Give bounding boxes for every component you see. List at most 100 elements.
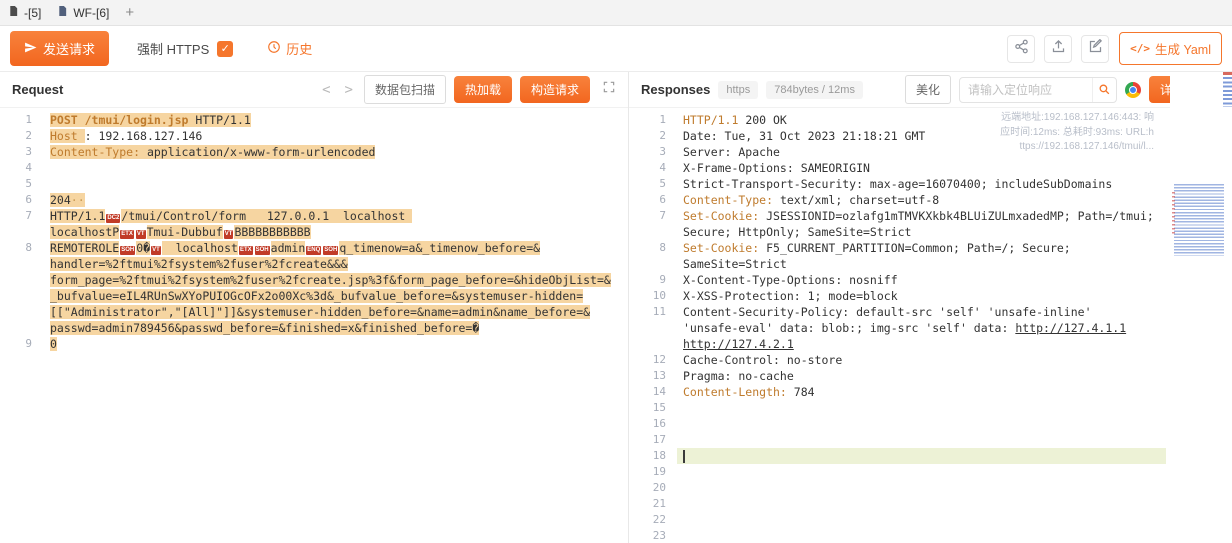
code-line: 21 <box>629 496 1166 512</box>
code-line-content[interactable]: _bufvalue=eIL4RUnSwXYoPUIOGcOFx2o00Xc%3d… <box>44 288 628 304</box>
force-https-checkbox[interactable]: ✓ <box>217 41 233 57</box>
code-line-content[interactable]: Content-Type: text/xml; charset=utf-8 <box>677 192 1166 208</box>
code-line-content[interactable]: localhostPETXVTTmui-DubbufVTBBBBBBBBBBB <box>44 224 628 240</box>
code-line-content[interactable]: Host : 192.168.127.146 <box>44 128 628 144</box>
code-line-content[interactable]: REMOTEROLESOH0�VT localhostETXSOHadminEN… <box>44 240 628 256</box>
code-line-content[interactable] <box>677 480 1166 496</box>
code-line: [["Administrator","[All]"]]&systemuser-h… <box>0 304 628 320</box>
expand-icon[interactable] <box>602 80 616 99</box>
code-token: Set-Cookie: <box>683 209 759 223</box>
code-line-content[interactable]: Content-Length: 784 <box>677 384 1166 400</box>
code-token: http://127.4.2.1 <box>683 337 794 351</box>
minimap[interactable] <box>1170 72 1232 543</box>
code-line-content[interactable] <box>677 496 1166 512</box>
line-number: 8 <box>0 240 44 256</box>
line-number <box>0 288 44 304</box>
search-icon[interactable] <box>1092 78 1116 102</box>
code-line: 8REMOTEROLESOH0�VT localhostETXSOHadminE… <box>0 240 628 256</box>
export-button[interactable] <box>1044 35 1072 63</box>
code-token: Pragma: no-cache <box>683 369 794 383</box>
overview-ruler-mark <box>1223 72 1232 75</box>
code-line: 22 <box>629 512 1166 528</box>
code-token: HTTP/1.1 <box>195 113 250 127</box>
code-line-content[interactable]: http://127.4.2.1 <box>677 336 1166 352</box>
line-number <box>0 272 44 288</box>
code-line-content[interactable]: 'unsafe-eval' data: blob:; img-src 'self… <box>677 320 1166 336</box>
code-line-content[interactable] <box>677 512 1166 528</box>
code-token: Host <box>50 129 78 143</box>
line-number: 16 <box>629 416 677 432</box>
code-line-content[interactable]: X-XSS-Protection: 1; mode=block <box>677 288 1166 304</box>
protocol-badge: https <box>718 81 758 99</box>
code-line-content[interactable]: Strict-Transport-Security: max-age=16070… <box>677 176 1166 192</box>
new-tab-button[interactable]: + <box>125 4 134 21</box>
open-in-chrome-icon[interactable] <box>1125 82 1141 98</box>
code-line-content[interactable]: [["Administrator","[All]"]]&systemuser-h… <box>44 304 628 320</box>
code-line: 7Set-Cookie: JSESSIONID=ozlafg1mTMVKXkbk… <box>629 208 1166 224</box>
code-line-content[interactable]: handler=%2ftmui%2fsystem%2fuser%2fcreate… <box>44 256 628 272</box>
code-line-content[interactable] <box>677 400 1166 416</box>
code-token: REMOTEROLE <box>50 241 119 255</box>
code-line: 4X-Frame-Options: SAMEORIGIN <box>629 160 1166 176</box>
packet-scan-button[interactable]: 数据包扫描 <box>364 75 446 104</box>
code-line-content[interactable]: Cache-Control: no-store <box>677 352 1166 368</box>
code-line-content[interactable]: Set-Cookie: JSESSIONID=ozlafg1mTMVKXkbk4… <box>677 208 1166 224</box>
edit-button[interactable] <box>1081 35 1109 63</box>
code-line-content[interactable]: Set-Cookie: F5_CURRENT_PARTITION=Common;… <box>677 240 1166 256</box>
share-button[interactable] <box>1007 35 1035 63</box>
beautify-button[interactable]: 美化 <box>905 75 951 104</box>
response-search-input[interactable] <box>960 83 1092 97</box>
code-token: localhost <box>162 241 238 255</box>
code-line-content[interactable]: Content-Security-Policy: default-src 'se… <box>677 304 1166 320</box>
code-line-content[interactable] <box>677 464 1166 480</box>
code-line-content[interactable]: X-Content-Type-Options: nosniff <box>677 272 1166 288</box>
code-line-content[interactable] <box>677 432 1166 448</box>
response-editor[interactable]: 远端地址:192.168.127.146:443: 响 应时间:12ms: 总耗… <box>629 108 1232 543</box>
clock-icon <box>267 40 281 57</box>
generate-yaml-button[interactable]: </> 生成 Yaml <box>1119 32 1222 65</box>
code-token: 784 <box>787 385 815 399</box>
code-line-content[interactable] <box>677 448 1166 464</box>
request-editor[interactable]: 1POST /tmui/login.jsp HTTP/1.12Host : 19… <box>0 108 628 543</box>
code-line-content[interactable] <box>44 160 628 176</box>
response-search <box>959 77 1117 103</box>
code-line-content[interactable]: HTTP/1.1DC2/tmui/Control/form 127.0.0.1 … <box>44 208 628 224</box>
share-icon <box>1014 39 1029 59</box>
build-request-button[interactable]: 构造请求 <box>520 76 590 103</box>
code-line: 18 <box>629 448 1166 464</box>
code-line-content[interactable]: Pragma: no-cache <box>677 368 1166 384</box>
prev-request-button[interactable]: < <box>319 82 333 98</box>
code-token: application/x-www-form-urlencoded <box>140 145 375 159</box>
code-line-content[interactable] <box>44 176 628 192</box>
tab-session-wf-6[interactable]: WF-[6] <box>57 5 109 20</box>
code-token: form_page=%2ftmui%2fsystem%2fuser%2fcrea… <box>50 273 611 287</box>
send-request-button[interactable]: 发送请求 <box>10 31 109 66</box>
code-line-content[interactable]: 204·· <box>44 192 628 208</box>
code-line-content[interactable]: passwd=admin789456&passwd_before=&finish… <box>44 320 628 336</box>
hot-reload-button[interactable]: 热加载 <box>454 76 512 103</box>
code-token: 204 <box>50 193 71 207</box>
code-line: _bufvalue=eIL4RUnSwXYoPUIOGcOFx2o00Xc%3d… <box>0 288 628 304</box>
code-line-content[interactable]: form_page=%2ftmui%2fsystem%2fuser%2fcrea… <box>44 272 628 288</box>
code-line: 5Strict-Transport-Security: max-age=1607… <box>629 176 1166 192</box>
history-button[interactable]: 历史 <box>267 39 312 58</box>
code-line-content[interactable]: 0 <box>44 336 628 352</box>
next-request-button[interactable]: > <box>342 82 356 98</box>
tab-session-5[interactable]: -[5] <box>8 5 41 20</box>
code-line: 16 <box>629 416 1166 432</box>
code-line-content[interactable]: SameSite=Strict <box>677 256 1166 272</box>
control-char-marker: ETX <box>120 230 134 239</box>
code-line-content[interactable]: X-Frame-Options: SAMEORIGIN <box>677 160 1166 176</box>
response-panel: Responses https 784bytes / 12ms 美化 详情 远端… <box>629 72 1232 543</box>
code-line-content[interactable]: Secure; HttpOnly; SameSite=Strict <box>677 224 1166 240</box>
code-line-content[interactable]: Content-Type: application/x-www-form-url… <box>44 144 628 160</box>
code-token: 127.0.0.1 <box>267 209 329 223</box>
code-line-content[interactable] <box>677 528 1166 543</box>
line-number: 9 <box>0 336 44 352</box>
code-token: BBBBBBBBBBB <box>234 225 310 239</box>
code-line-content[interactable] <box>677 416 1166 432</box>
control-char-marker: VT <box>151 246 161 255</box>
export-icon <box>1051 39 1066 59</box>
code-line: http://127.4.2.1 <box>629 336 1166 352</box>
code-line-content[interactable]: POST /tmui/login.jsp HTTP/1.1 <box>44 112 628 128</box>
